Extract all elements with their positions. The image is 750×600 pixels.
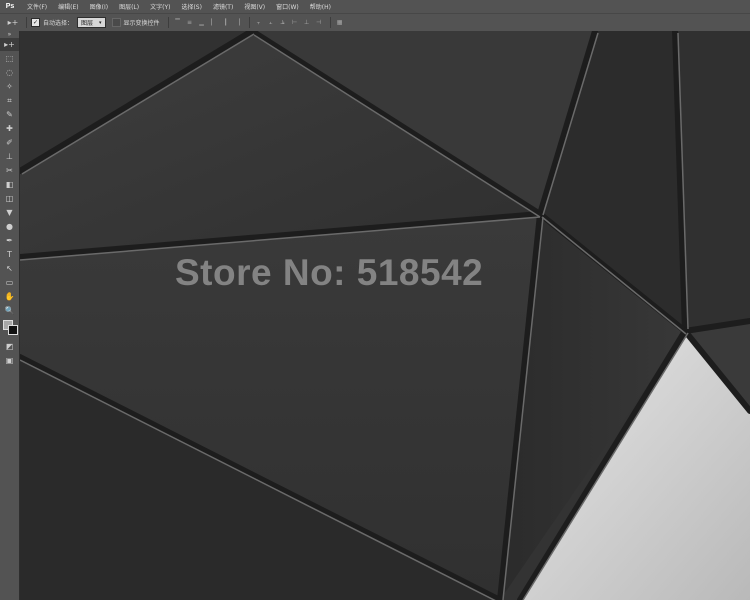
auto-select-target-value: 图层 <box>81 20 94 27</box>
auto-select-label: 自动选择： <box>43 20 74 27</box>
shape-tool-icon[interactable]: ▭ <box>0 276 19 289</box>
menu-filter[interactable]: 滤镜(T) <box>208 2 239 11</box>
show-transform-label: 显示变换控件 <box>123 20 160 27</box>
brush-tool-icon[interactable]: ✐ <box>0 136 19 149</box>
quick-mask-icon[interactable]: ◩ <box>0 340 19 353</box>
menu-select[interactable]: 选择(S) <box>176 2 208 11</box>
blur-tool-icon[interactable]: ▼ <box>0 206 19 219</box>
gradient-tool-icon[interactable]: ◫ <box>0 192 19 205</box>
menu-bar: Ps 文件(F) 编辑(E) 图像(I) 图层(L) 文字(Y) 选择(S) 滤… <box>0 0 750 13</box>
menu-type[interactable]: 文字(Y) <box>145 2 176 11</box>
show-transform-checkbox[interactable] <box>111 18 121 27</box>
distribute-top-icon[interactable]: ⫟ <box>254 18 264 27</box>
divider <box>26 17 27 28</box>
document-canvas[interactable]: Store No: 518542 <box>20 31 750 600</box>
align-top-icon[interactable]: ▔ <box>173 18 183 27</box>
type-tool-icon[interactable]: T <box>0 248 19 261</box>
background-color-swatch[interactable] <box>8 325 18 335</box>
path-select-tool-icon[interactable]: ↖ <box>0 262 19 275</box>
divider <box>329 17 331 28</box>
eraser-tool-icon[interactable]: ◧ <box>0 178 19 191</box>
zoom-tool-icon[interactable]: 🔍 <box>0 304 19 317</box>
align-right-icon[interactable]: ▕ <box>233 18 243 27</box>
distribute-hcenter-icon[interactable]: ⊥ <box>302 18 312 27</box>
screen-mode-icon[interactable]: ▣ <box>0 354 19 367</box>
color-swatches <box>0 319 19 339</box>
align-hcenter-icon[interactable]: ┃ <box>221 18 231 27</box>
align-vcenter-icon[interactable]: ≡ <box>185 18 195 27</box>
crop-tool-icon[interactable]: ⌗ <box>0 94 19 107</box>
eyedropper-tool-icon[interactable]: ✎ <box>0 108 19 121</box>
menu-help[interactable]: 帮助(H) <box>305 2 337 11</box>
distribute-vcenter-icon[interactable]: ⫠ <box>266 18 276 27</box>
tools-panel: » ▸+ ⬚ ◌ ✧ ⌗ ✎ ✚ ✐ ⊥ ✂ ◧ ◫ ▼ ● ✒ T ↖ ▭ ✋… <box>0 31 20 600</box>
move-tool-preset-icon[interactable]: ▸+ <box>4 17 22 28</box>
options-bar: ▸+ ✓ 自动选择： 图层 ▾ 显示变换控件 ▔ ≡ ▁ ▏ ┃ ▕ ⫟ ⫠ ⫡… <box>0 13 750 32</box>
store-watermark: Store No: 518542 <box>175 252 484 293</box>
panel-collapse-icon[interactable]: » <box>0 31 19 38</box>
canvas-image <box>20 31 750 600</box>
menu-view[interactable]: 视图(V) <box>239 2 271 11</box>
healing-brush-tool-icon[interactable]: ✚ <box>0 122 19 135</box>
photoshop-logo: Ps <box>5 3 15 10</box>
menu-edit[interactable]: 编辑(E) <box>53 2 84 11</box>
move-tool-icon[interactable]: ▸+ <box>0 38 19 51</box>
distribute-right-icon[interactable]: ⊣ <box>314 18 324 27</box>
menu-window[interactable]: 窗口(W) <box>271 2 305 11</box>
auto-align-icon[interactable]: ▦ <box>335 18 345 27</box>
distribute-buttons: ⫟ ⫠ ⫡ ⊢ ⊥ ⊣ <box>254 18 326 27</box>
distribute-bottom-icon[interactable]: ⫡ <box>278 18 288 27</box>
dodge-tool-icon[interactable]: ● <box>0 220 19 233</box>
menu-image[interactable]: 图像(I) <box>85 2 114 11</box>
pen-tool-icon[interactable]: ✒ <box>0 234 19 247</box>
main-menu: 文件(F) 编辑(E) 图像(I) 图层(L) 文字(Y) 选择(S) 滤镜(T… <box>22 2 337 11</box>
menu-layer[interactable]: 图层(L) <box>114 2 145 11</box>
auto-select-target-dropdown[interactable]: 图层 ▾ <box>77 17 106 28</box>
divider <box>248 17 250 28</box>
marquee-tool-icon[interactable]: ⬚ <box>0 52 19 65</box>
distribute-left-icon[interactable]: ⊢ <box>290 18 300 27</box>
divider <box>167 17 169 28</box>
align-bottom-icon[interactable]: ▁ <box>197 18 207 27</box>
quick-select-tool-icon[interactable]: ✧ <box>0 80 19 93</box>
dropdown-arrow-icon: ▾ <box>99 19 102 26</box>
menu-file[interactable]: 文件(F) <box>22 2 53 11</box>
history-brush-tool-icon[interactable]: ✂ <box>0 164 19 177</box>
lasso-tool-icon[interactable]: ◌ <box>0 66 19 79</box>
auto-select-checkbox[interactable]: ✓ <box>31 18 40 27</box>
clone-stamp-tool-icon[interactable]: ⊥ <box>0 150 19 163</box>
hand-tool-icon[interactable]: ✋ <box>0 290 19 303</box>
align-buttons: ▔ ≡ ▁ ▏ ┃ ▕ <box>173 18 245 27</box>
align-left-icon[interactable]: ▏ <box>209 18 219 27</box>
